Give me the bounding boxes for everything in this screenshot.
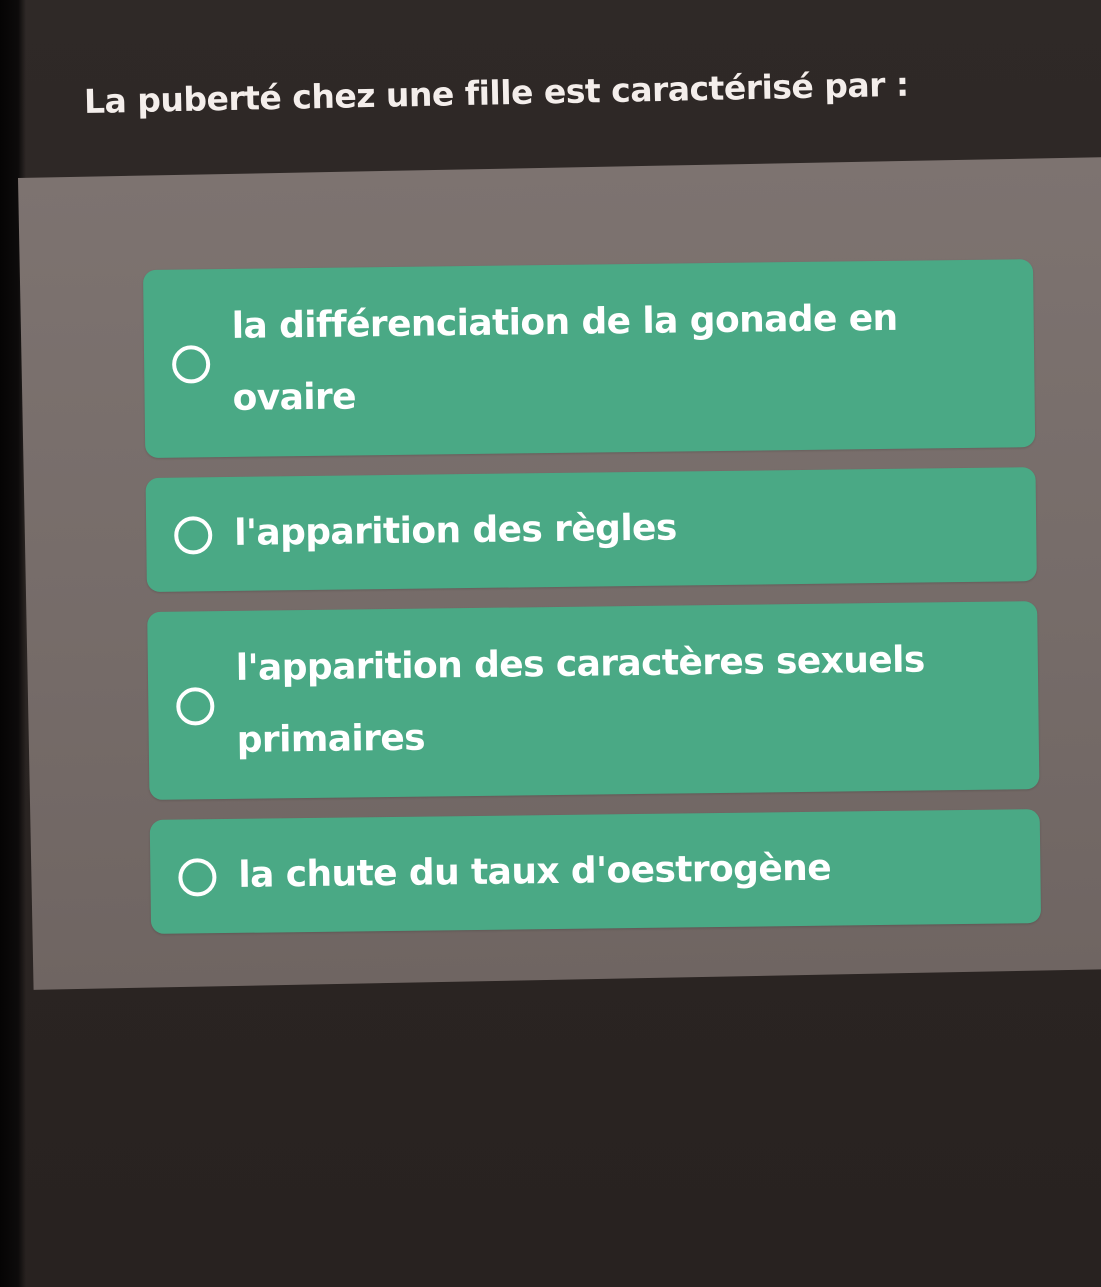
answer-options: la différenciation de la gonade en ovair… xyxy=(143,259,1042,954)
answer-option-4[interactable]: la chute du taux d'oestrogène xyxy=(149,809,1042,934)
radio-unchecked-icon[interactable] xyxy=(171,345,211,384)
answer-option-label: la chute du taux d'oestrogène xyxy=(238,847,832,896)
radio-unchecked-icon[interactable] xyxy=(174,516,213,555)
radio-unchecked-icon[interactable] xyxy=(178,858,217,897)
answer-option-3[interactable]: l'apparition des caractères sexuels prim… xyxy=(147,601,1040,800)
radio-unchecked-icon[interactable] xyxy=(176,687,215,726)
answer-option-1[interactable]: la différenciation de la gonade en ovair… xyxy=(143,259,1036,458)
answer-option-label: l'apparition des caractères sexuels prim… xyxy=(235,639,925,761)
answer-option-label: la différenciation de la gonade en ovair… xyxy=(231,297,898,419)
quiz-screen: La puberté chez une fille est caractéris… xyxy=(0,0,1101,1287)
question-text: La puberté chez une fille est caractéris… xyxy=(83,64,910,121)
answer-option-2[interactable]: l'apparition des règles xyxy=(145,467,1037,592)
answer-option-label: l'apparition des règles xyxy=(233,507,677,554)
